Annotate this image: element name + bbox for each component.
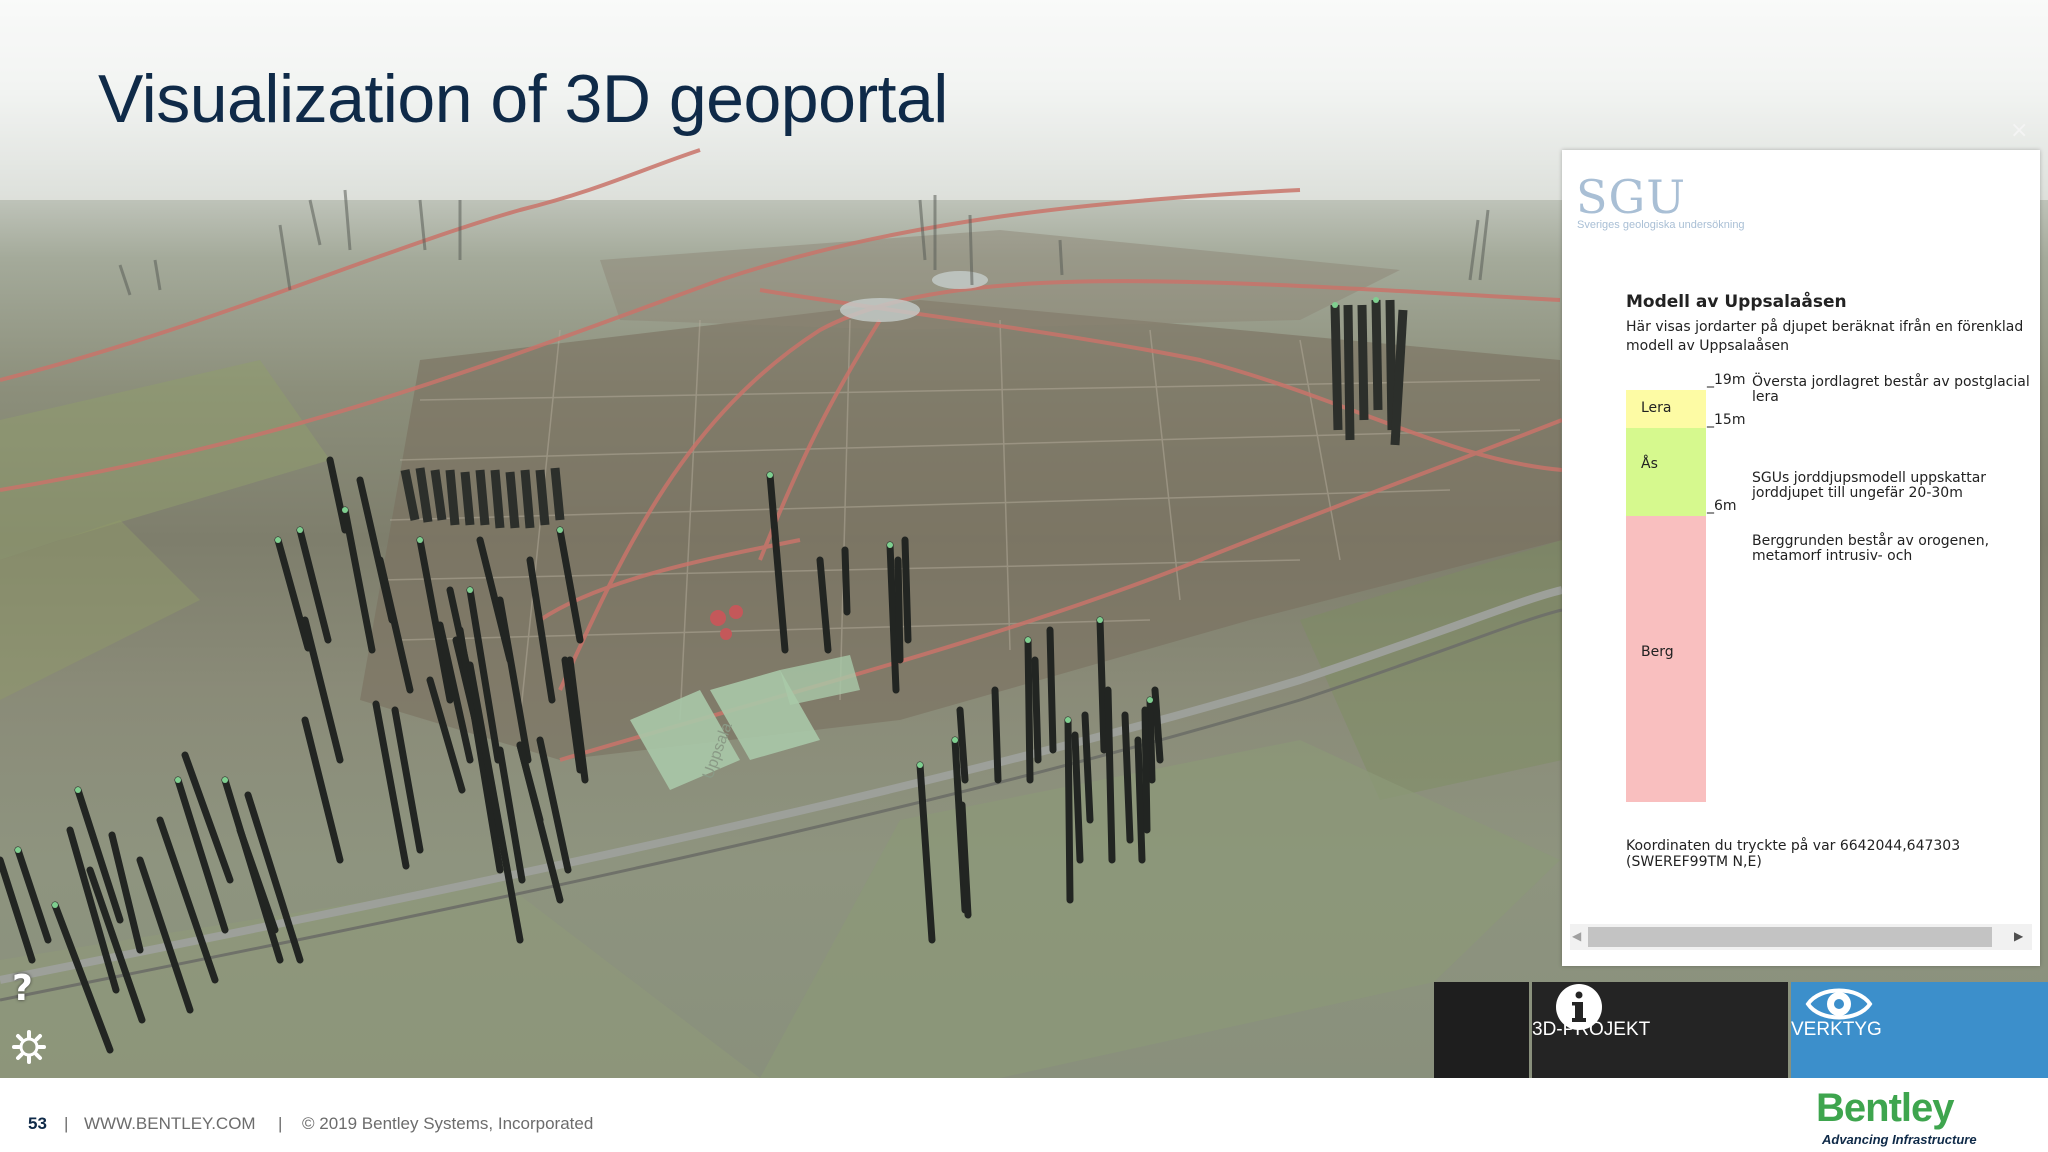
- layer-note: SGUs jorddjupsmodell uppskattar jorddjup…: [1752, 470, 1987, 501]
- soil-layer-as: Ås: [1626, 428, 1706, 516]
- scrollbar-thumb[interactable]: [1588, 927, 1992, 947]
- slide-title: Visualization of 3D geoportal: [98, 61, 948, 137]
- layer-label: Lera: [1641, 400, 1672, 416]
- footer-separator: |: [278, 1114, 283, 1133]
- depth-marker: 6m: [1707, 498, 1737, 514]
- bentley-logo: Bentley: [1816, 1086, 1954, 1130]
- layer-note: Berggrunden består av orogenen, metamorf…: [1752, 533, 1990, 564]
- page-number: 53: [28, 1114, 47, 1133]
- toolbar-empty-slot: [1434, 982, 1529, 1078]
- sgu-logo-subtitle: Sveriges geologiska undersökning: [1577, 219, 1745, 231]
- horizontal-scrollbar[interactable]: ◀ ▶: [1570, 924, 2032, 950]
- depth-marker: 15m: [1707, 412, 1745, 428]
- toolbar: 3D-PROJEKT VERKTYG: [1434, 982, 2048, 1078]
- coordinate-text: Koordinaten du tryckte på var 6642044,64…: [1626, 838, 1961, 870]
- close-icon[interactable]: ×: [2010, 118, 2028, 143]
- soil-layer-berg: Berg: [1626, 516, 1706, 802]
- gear-icon[interactable]: [12, 1030, 46, 1064]
- footer-website: WWW.BENTLEY.COM: [84, 1114, 256, 1133]
- layer-label: Ås: [1641, 456, 1658, 472]
- sgu-info-panel: SGU Sveriges geologiska undersökning Mod…: [1562, 150, 2040, 966]
- footer-copyright: © 2019 Bentley Systems, Incorporated: [302, 1114, 594, 1133]
- 3d-map-viewport[interactable]: Uppsala Visualization of 3D geoportal ? …: [0, 0, 2048, 1078]
- bentley-tagline: Advancing Infrastructure: [1822, 1132, 1977, 1147]
- slide-footer: 53 | WWW.BENTLEY.COM | © 2019 Bentley Sy…: [0, 1078, 2048, 1152]
- verktyg-button[interactable]: VERKTYG: [1791, 982, 2048, 1078]
- model-title: Modell av Uppsalaåsen: [1626, 292, 1847, 312]
- help-icon[interactable]: ?: [12, 968, 33, 1009]
- layer-label: Berg: [1641, 644, 1674, 660]
- sgu-logo: SGU: [1576, 170, 1687, 224]
- scroll-left-icon[interactable]: ◀: [1572, 929, 1581, 943]
- eye-icon: [1805, 988, 1873, 1020]
- scroll-right-icon[interactable]: ▶: [2014, 929, 2023, 943]
- info-icon: [1556, 984, 1602, 1030]
- layer-note: Översta jordlagret består av postglacial…: [1752, 374, 2030, 405]
- depth-marker: 19m: [1707, 372, 1745, 388]
- footer-separator: |: [64, 1114, 69, 1133]
- soil-layer-lera: Lera: [1626, 390, 1706, 428]
- model-description: Här visas jordarter på djupet beräknat i…: [1626, 319, 2024, 354]
- 3d-projekt-button[interactable]: 3D-PROJEKT: [1532, 982, 1788, 1078]
